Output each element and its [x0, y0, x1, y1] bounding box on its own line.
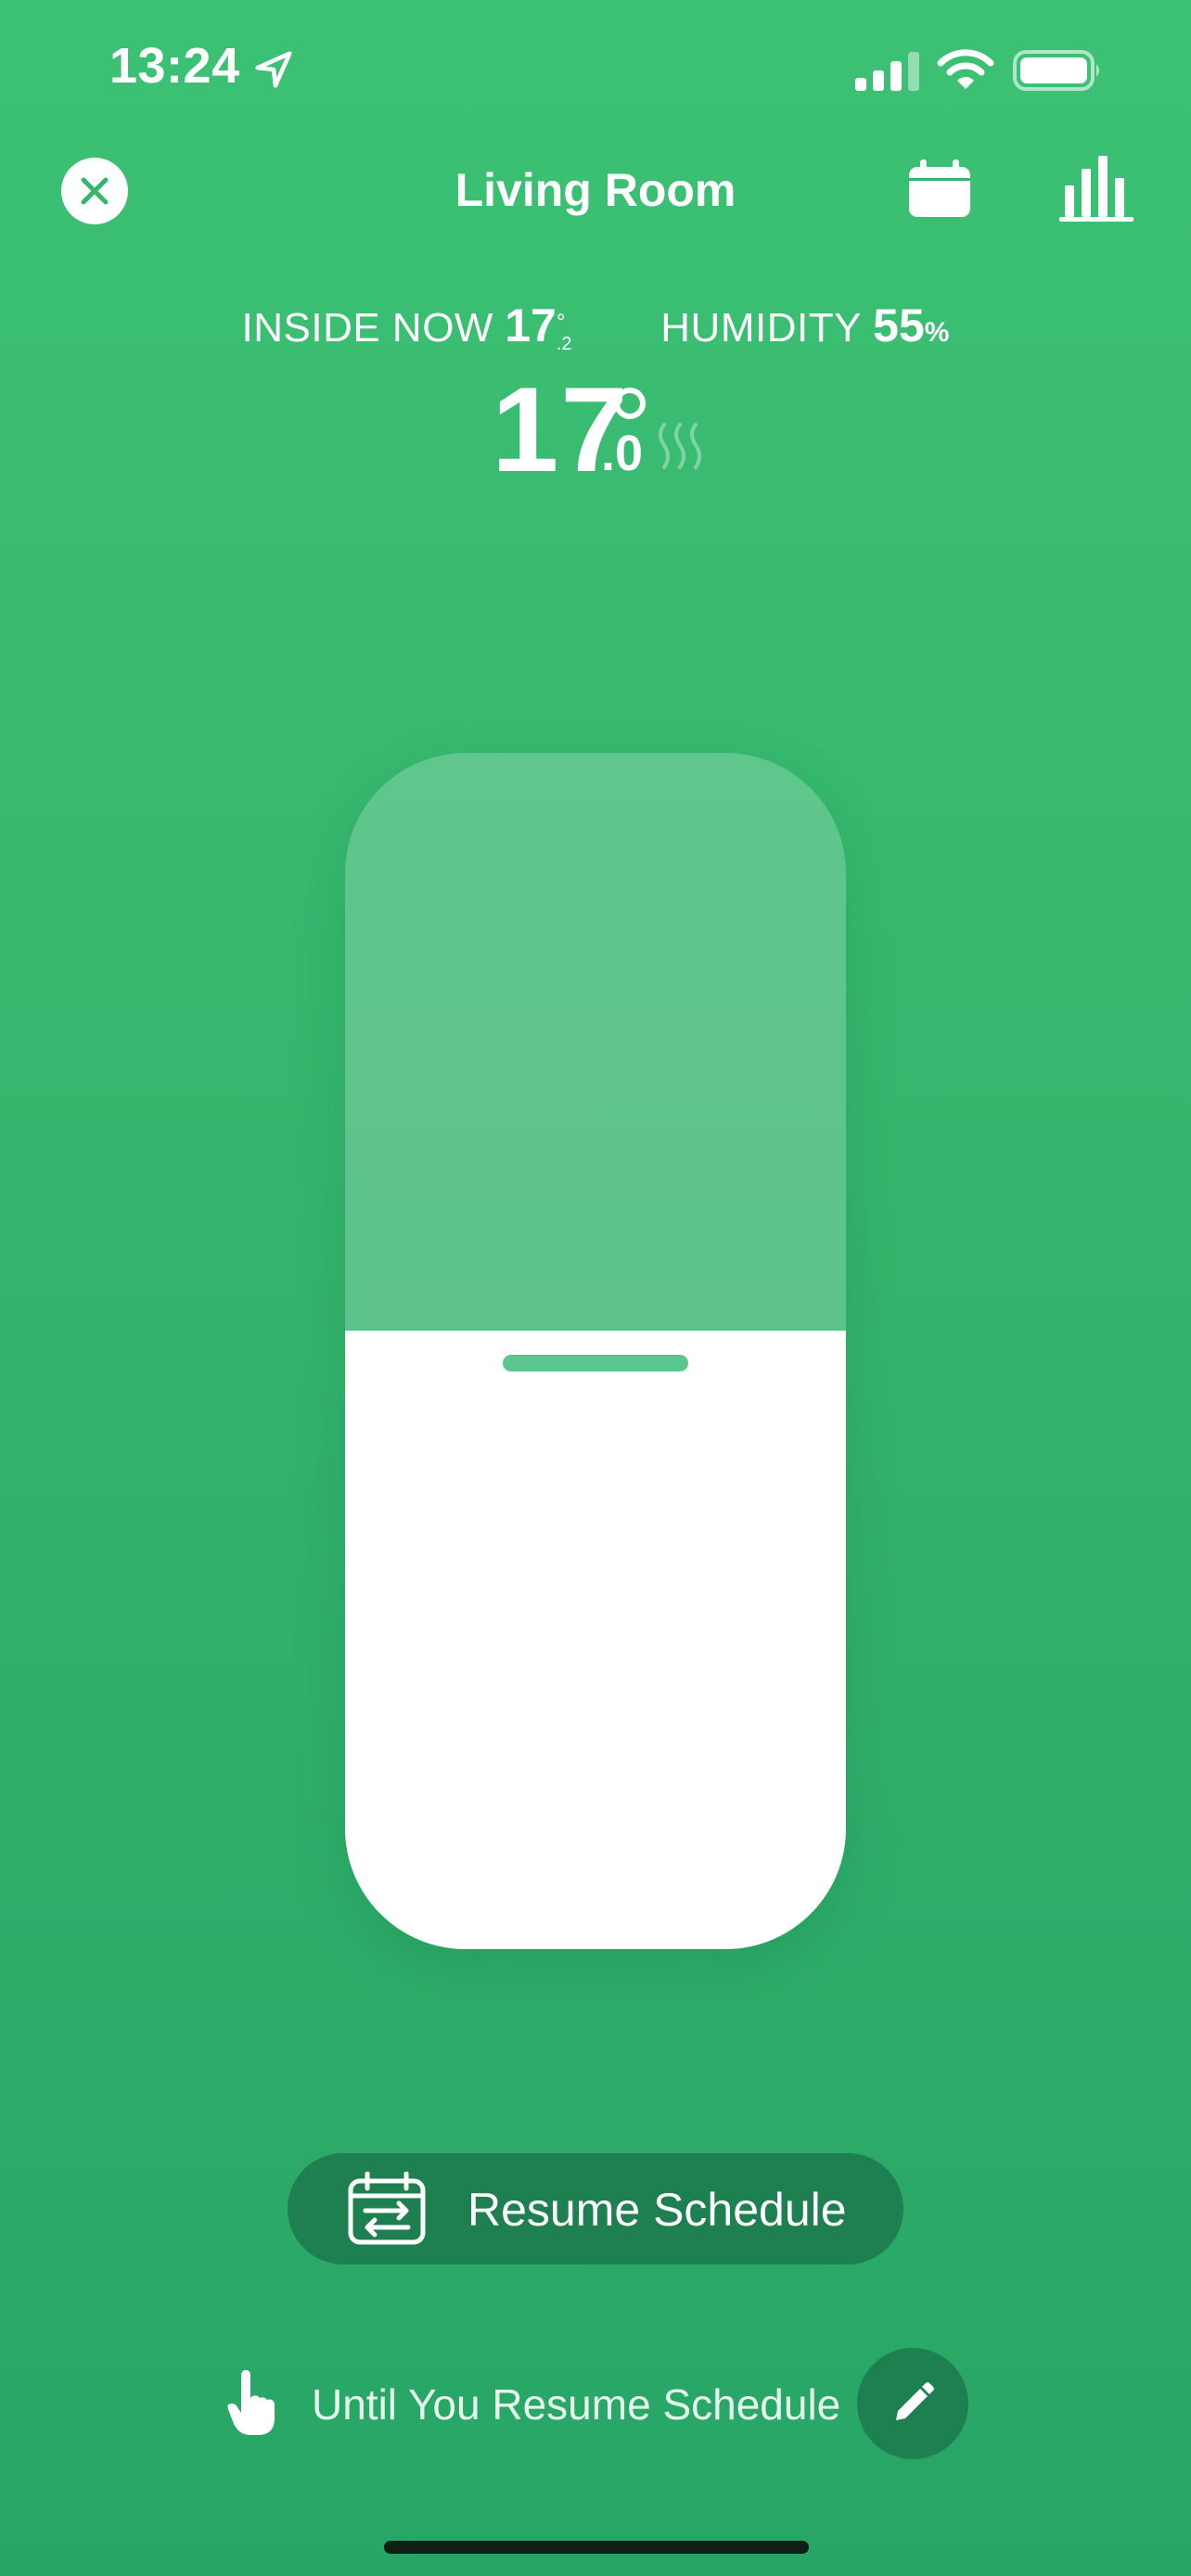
home-indicator: [384, 2541, 809, 2554]
resume-schedule-label: Resume Schedule: [467, 2184, 847, 2236]
resume-schedule-button[interactable]: Resume Schedule: [288, 2153, 903, 2264]
slider-fill: [345, 1331, 846, 1949]
humidity-unit: %: [924, 317, 950, 348]
bar-chart-icon[interactable]: [1059, 154, 1133, 223]
heat-waves-icon: [659, 423, 701, 469]
location-arrow-icon: [255, 51, 292, 88]
humidity-label: HUMIDITY: [660, 305, 862, 351]
cellular-signal-icon: [855, 52, 919, 91]
humidity-value: 55: [873, 300, 925, 351]
current-readings: INSIDE NOW 17 ° .2 HUMIDITY 55%: [241, 300, 950, 354]
calendar-swap-icon: [348, 2172, 426, 2245]
inside-temp-decimal: .2: [556, 334, 572, 354]
calendar-icon[interactable]: [907, 159, 972, 219]
degree-symbol: [614, 388, 646, 419]
page-title: Living Room: [455, 164, 736, 216]
edit-hold-button[interactable]: [857, 2348, 968, 2459]
hand-pointer-icon: [227, 2370, 275, 2435]
schedule-hold-text: Until You Resume Schedule: [312, 2380, 841, 2429]
battery-icon: [1013, 50, 1099, 91]
target-temperature: 17 .0: [0, 369, 1191, 499]
inside-now-label: INSIDE NOW: [241, 305, 493, 351]
target-temp-decimal: .0: [601, 426, 644, 481]
status-time: 13:24: [109, 38, 240, 94]
inside-temp-value: 17: [505, 300, 557, 351]
wifi-icon: [937, 49, 994, 89]
temperature-slider[interactable]: [345, 753, 846, 1949]
pencil-icon: [896, 2382, 934, 2420]
slider-handle[interactable]: [503, 1355, 688, 1371]
